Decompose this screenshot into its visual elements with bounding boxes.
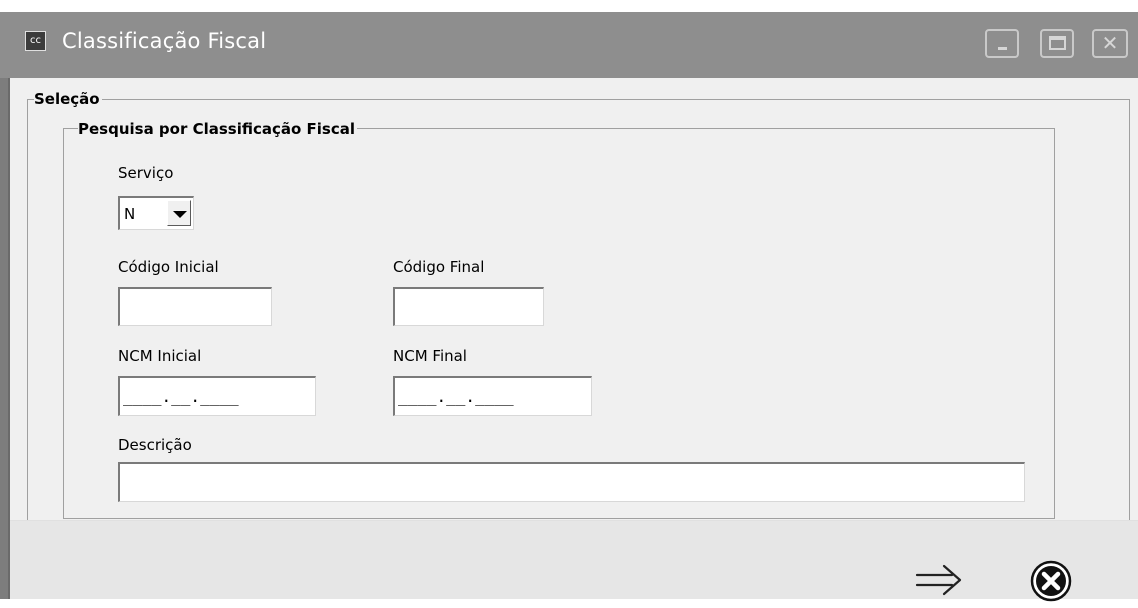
title-bar[interactable]: cc Classificação Fiscal ✕ xyxy=(0,12,1138,78)
servico-selected-value: N xyxy=(124,205,136,223)
servico-select[interactable]: N xyxy=(118,196,194,230)
servico-dropdown-button[interactable] xyxy=(167,200,191,226)
descricao-input[interactable] xyxy=(118,462,1025,502)
confirm-button[interactable] xyxy=(914,563,966,597)
chevron-down-icon xyxy=(173,211,187,218)
ncm-inicial-input[interactable]: ____.__.____ xyxy=(118,376,316,416)
cancel-button[interactable] xyxy=(1028,558,1074,604)
ncm-inicial-label: NCM Inicial xyxy=(118,347,202,365)
codigo-inicial-input[interactable] xyxy=(118,287,272,326)
circle-x-icon xyxy=(1030,560,1072,602)
descricao-label: Descrição xyxy=(118,436,192,454)
codigo-final-input[interactable] xyxy=(393,287,544,326)
ncm-final-label: NCM Final xyxy=(393,347,467,365)
window-left-border xyxy=(0,78,8,599)
pesquisa-group-label: Pesquisa por Classificação Fiscal xyxy=(78,120,358,138)
window-title: Classificação Fiscal xyxy=(62,29,267,53)
close-button[interactable]: ✕ xyxy=(1092,29,1128,58)
ncm-final-input[interactable]: ____.__.____ xyxy=(393,376,592,416)
codigo-final-label: Código Final xyxy=(393,258,485,276)
right-double-arrow-icon xyxy=(915,564,962,596)
button-bar xyxy=(10,520,1138,599)
close-icon: ✕ xyxy=(1101,31,1119,55)
servico-label: Serviço xyxy=(118,164,174,182)
maximize-icon xyxy=(1049,36,1066,50)
maximize-button[interactable] xyxy=(1040,29,1074,58)
codigo-inicial-label: Código Inicial xyxy=(118,258,219,276)
app-icon[interactable]: cc xyxy=(25,31,46,51)
minimize-icon xyxy=(998,47,1007,50)
selecao-group-label: Seleção xyxy=(34,90,102,108)
minimize-button[interactable] xyxy=(985,29,1019,58)
